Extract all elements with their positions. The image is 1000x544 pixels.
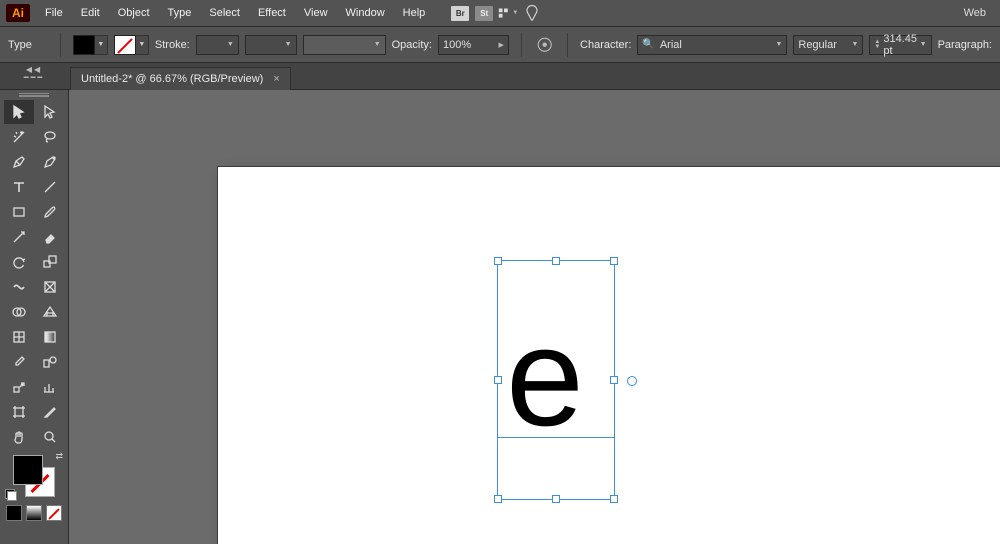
close-tab-button[interactable]: × xyxy=(273,73,279,85)
menu-view[interactable]: View xyxy=(295,0,337,26)
scale-tool[interactable] xyxy=(35,250,65,274)
menu-select[interactable]: Select xyxy=(200,0,249,26)
handle-bottom-center[interactable] xyxy=(552,495,560,503)
mesh-tool[interactable] xyxy=(4,325,34,349)
menu-edit[interactable]: Edit xyxy=(72,0,109,26)
menu-effect[interactable]: Effect xyxy=(249,0,295,26)
handle-top-right[interactable] xyxy=(610,257,618,265)
handle-top-center[interactable] xyxy=(552,257,560,265)
handle-bottom-right[interactable] xyxy=(610,495,618,503)
handle-top-left[interactable] xyxy=(494,257,502,265)
document-tab-title: Untitled-2* @ 66.67% (RGB/Preview) xyxy=(81,73,263,85)
artboard-tool[interactable] xyxy=(4,400,34,424)
handle-bottom-left[interactable] xyxy=(494,495,502,503)
gradient-tool[interactable] xyxy=(35,325,65,349)
blend-tool[interactable] xyxy=(35,350,65,374)
shape-builder-tool[interactable] xyxy=(4,300,34,324)
rectangle-tool[interactable] xyxy=(4,200,34,224)
pen-tool[interactable] xyxy=(4,150,34,174)
control-bar: Type ▼ ▼ Stroke: ▼ ▼ ▼ Opacity: 100% ▶ C… xyxy=(0,26,1000,63)
color-mode-solid[interactable] xyxy=(6,505,22,521)
free-transform-tool[interactable] xyxy=(35,275,65,299)
fill-swatch-square[interactable] xyxy=(13,455,43,485)
line-segment-tool[interactable] xyxy=(35,175,65,199)
canvas[interactable]: e xyxy=(69,90,1000,544)
search-icon: 🔍 xyxy=(642,39,654,50)
column-graph-tool[interactable] xyxy=(35,375,65,399)
font-style-field[interactable]: Regular ▼ xyxy=(793,35,863,55)
opacity-label[interactable]: Opacity: xyxy=(392,39,432,51)
selection-tool[interactable] xyxy=(4,100,34,124)
menu-file[interactable]: File xyxy=(36,0,72,26)
text-glyph[interactable]: e xyxy=(506,321,584,433)
zoom-tool[interactable] xyxy=(35,425,65,449)
swap-fill-stroke-icon[interactable]: ⇄ xyxy=(55,451,63,462)
stroke-weight[interactable]: ▼ xyxy=(196,35,239,55)
stroke-label[interactable]: Stroke: xyxy=(155,39,190,51)
default-fill-stroke-icon[interactable] xyxy=(5,489,17,501)
character-label[interactable]: Character: xyxy=(580,39,631,51)
menu-window[interactable]: Window xyxy=(337,0,394,26)
handle-middle-right[interactable] xyxy=(610,376,618,384)
menu-bar: Ai File Edit Object Type Select Effect V… xyxy=(0,0,1000,26)
type-tool[interactable] xyxy=(4,175,34,199)
baseline-indicator xyxy=(498,437,614,438)
document-tab[interactable]: Untitled-2* @ 66.67% (RGB/Preview) × xyxy=(70,67,291,90)
work-area: ⇄ e xyxy=(0,90,1000,544)
selection-bounding-box[interactable]: e xyxy=(497,260,615,500)
opacity-field[interactable]: 100% ▶ xyxy=(438,35,509,55)
color-mode-gradient[interactable] xyxy=(26,505,42,521)
workspace-switcher[interactable]: Web xyxy=(956,7,994,19)
recolor-artwork-icon[interactable] xyxy=(536,36,553,54)
width-tool[interactable] xyxy=(4,275,34,299)
curvature-tool[interactable] xyxy=(35,150,65,174)
arrange-documents-icon[interactable]: ▼ xyxy=(498,4,518,22)
font-family-field[interactable]: 🔍 Arial ▼ xyxy=(637,35,787,55)
paragraph-label[interactable]: Paragraph: xyxy=(938,39,992,51)
tab-strip: ◀◀━━━ Untitled-2* @ 66.67% (RGB/Preview)… xyxy=(0,63,1000,90)
menu-type[interactable]: Type xyxy=(159,0,201,26)
eyedropper-tool[interactable] xyxy=(4,350,34,374)
gpu-icon[interactable] xyxy=(522,4,542,22)
collapse-panels-icon[interactable]: ◀◀━━━ xyxy=(4,66,64,82)
color-mode-row xyxy=(6,505,62,521)
shaper-tool[interactable] xyxy=(4,225,34,249)
panel-grip-icon[interactable] xyxy=(19,93,49,97)
paintbrush-tool[interactable] xyxy=(35,200,65,224)
variable-width-profile[interactable]: ▼ xyxy=(245,35,297,55)
magic-wand-tool[interactable] xyxy=(4,125,34,149)
slice-tool[interactable] xyxy=(35,400,65,424)
text-out-port[interactable] xyxy=(627,376,637,386)
stock-button[interactable]: St xyxy=(474,4,494,22)
menu-help[interactable]: Help xyxy=(394,0,435,26)
rotate-tool[interactable] xyxy=(4,250,34,274)
handle-middle-left[interactable] xyxy=(494,376,502,384)
stroke-swatch[interactable]: ▼ xyxy=(114,35,149,55)
bridge-button[interactable]: Br xyxy=(450,4,470,22)
app-logo-icon: Ai xyxy=(6,4,30,22)
symbol-sprayer-tool[interactable] xyxy=(4,375,34,399)
hand-tool[interactable] xyxy=(4,425,34,449)
fill-stroke-swatch[interactable]: ⇄ xyxy=(13,455,55,497)
active-tool-label: Type xyxy=(8,39,48,51)
menu-object[interactable]: Object xyxy=(109,0,159,26)
perspective-grid-tool[interactable] xyxy=(35,300,65,324)
color-mode-none[interactable] xyxy=(46,505,62,521)
direct-selection-tool[interactable] xyxy=(35,100,65,124)
fill-swatch[interactable]: ▼ xyxy=(73,35,108,55)
eraser-tool[interactable] xyxy=(35,225,65,249)
tool-panel: ⇄ xyxy=(0,90,69,544)
font-size-field[interactable]: ▲▼ 314.45 pt ▼ xyxy=(869,35,931,55)
lasso-tool[interactable] xyxy=(35,125,65,149)
brush-definition[interactable]: ▼ xyxy=(303,35,386,55)
